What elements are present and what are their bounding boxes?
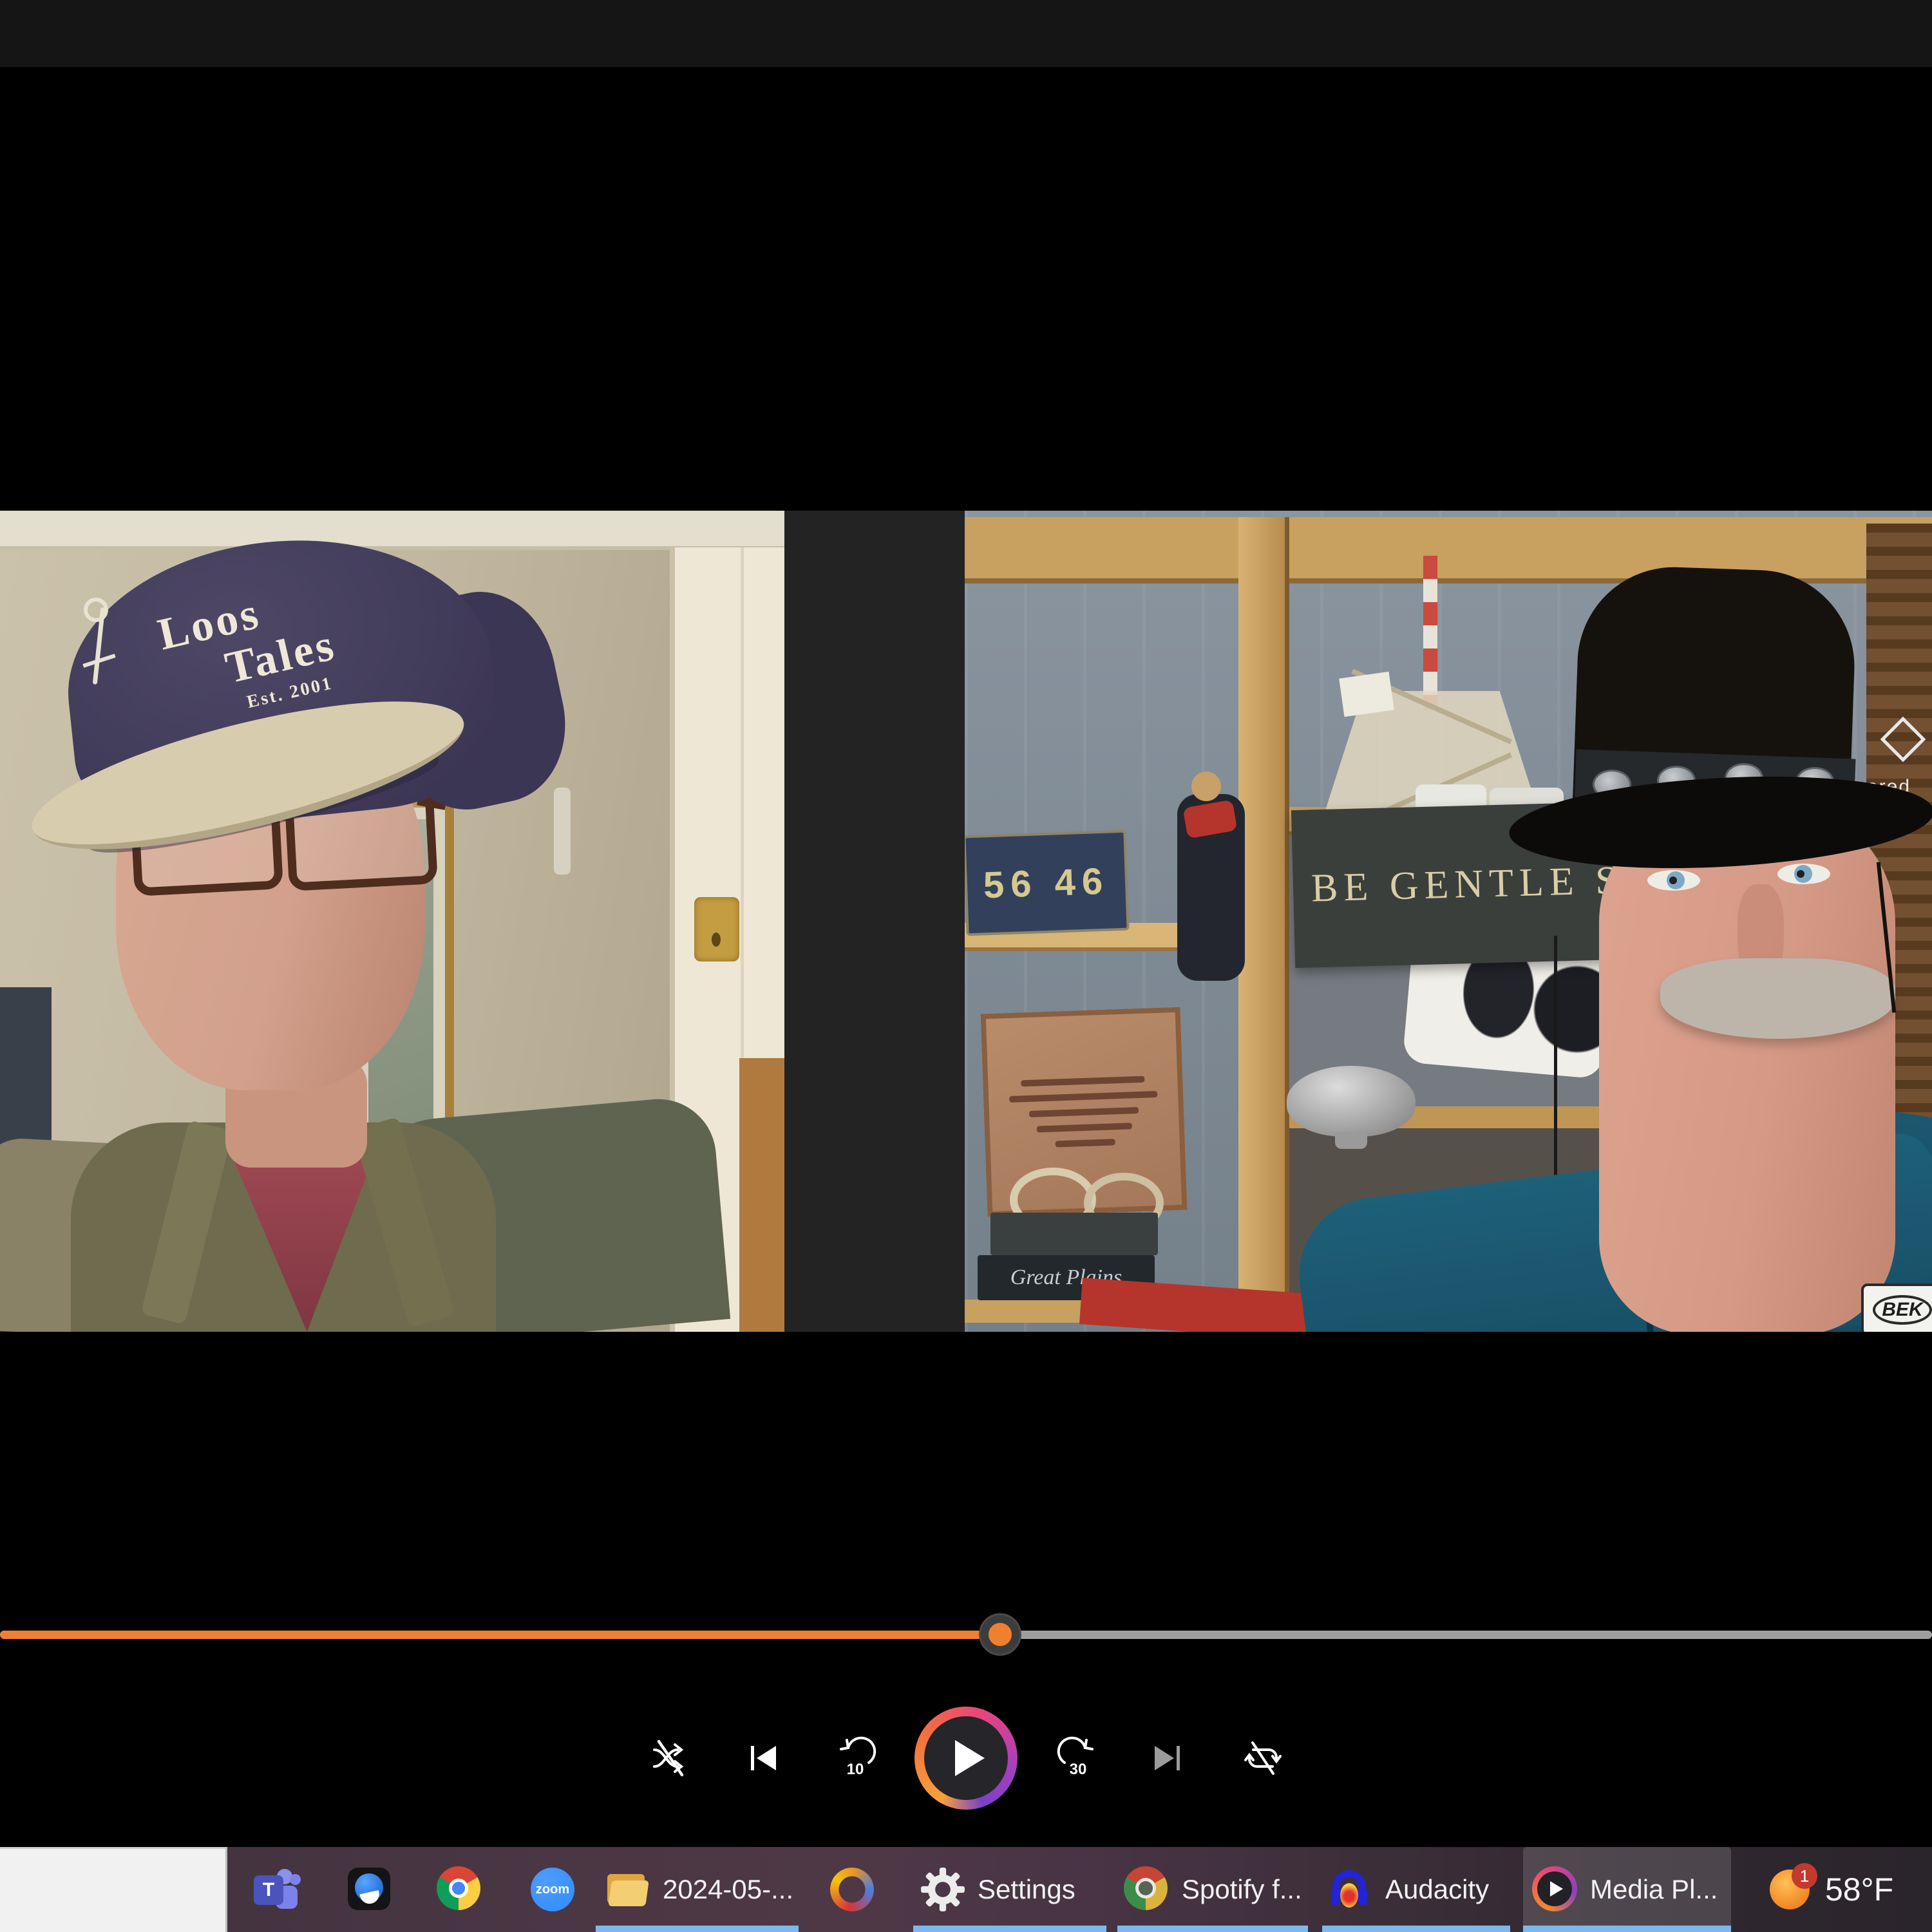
next-track-icon <box>1144 1736 1189 1781</box>
running-app-indicator <box>1523 1926 1731 1932</box>
figurine-head <box>1191 772 1221 801</box>
chrome-icon <box>437 1866 483 1913</box>
glass-candlestick <box>554 788 571 875</box>
teams-icon: T <box>254 1866 300 1913</box>
taskbar-settings-button[interactable]: Settings <box>913 1847 1106 1932</box>
settings-label: Settings <box>978 1874 1075 1905</box>
play-button-inner <box>924 1716 1008 1800</box>
weather-temperature: 58°F <box>1825 1871 1893 1908</box>
video-feed-right-participant: 56 46 Great Plains BE GENTLE STAY F vere… <box>965 511 1932 1332</box>
folder-icon <box>605 1866 651 1913</box>
zoom-app-icon: zoom <box>531 1868 574 1911</box>
taskbar-weather-widget[interactable]: 1 58°F <box>1770 1847 1931 1932</box>
svg-text:30: 30 <box>1070 1761 1087 1778</box>
brass-deadbolt-plate <box>694 897 739 961</box>
previous-track-icon <box>741 1736 786 1781</box>
taskbar-teams-button[interactable]: T <box>249 1847 305 1932</box>
gray-mustache <box>1660 958 1895 1039</box>
eye-pupil <box>1797 870 1804 878</box>
shelf-top-beam <box>965 517 1932 583</box>
shelf-post <box>1238 517 1289 1332</box>
video-frame[interactable]: Loos Tales Est. 2001 56 46 <box>0 511 1932 1332</box>
swirl-ring-app-icon <box>830 1868 874 1911</box>
window-title-strip <box>0 0 1932 67</box>
white-window-corner <box>0 1847 227 1932</box>
plaque-text-line <box>1055 1139 1115 1147</box>
taskbar-chrome-button[interactable] <box>431 1847 488 1932</box>
shuffle-off-button[interactable] <box>648 1736 693 1781</box>
audacity-icon <box>1327 1866 1374 1913</box>
repeat-off-button[interactable] <box>1240 1736 1285 1781</box>
media-player-label: Media Pl... <box>1590 1874 1718 1905</box>
media-player-icon <box>1532 1866 1578 1913</box>
bek-jacket-patch: BEK <box>1861 1283 1932 1332</box>
forward-30-button[interactable]: 30 <box>1054 1736 1099 1781</box>
plaque-text-line <box>1029 1107 1139 1117</box>
book-spine-dark <box>990 1213 1158 1255</box>
taskbar-spotify-button[interactable]: Spotify f... <box>1117 1847 1308 1932</box>
taskbar-zoom-button[interactable]: zoom <box>524 1847 581 1932</box>
deadbolt-keyhole <box>712 933 721 947</box>
right-man-eye <box>1647 870 1700 891</box>
silver-bowl <box>1287 1066 1416 1137</box>
plaque-text-line <box>1009 1091 1157 1103</box>
spotify-pwa-icon <box>1124 1866 1170 1913</box>
previous-track-button[interactable] <box>741 1736 786 1781</box>
crown-molding <box>0 511 784 550</box>
patch-text: BEK <box>1882 1299 1922 1320</box>
plaque-text-line <box>1021 1075 1144 1086</box>
play-button[interactable] <box>914 1707 1018 1810</box>
hanging-cord <box>1554 936 1557 1180</box>
running-app-indicator <box>596 1926 799 1932</box>
plaque-text-line <box>1036 1122 1132 1132</box>
license-plate: 56 46 <box>965 830 1130 936</box>
right-man-eye <box>1777 864 1830 884</box>
next-track-button-disabled[interactable] <box>1144 1736 1189 1781</box>
running-app-indicator <box>1322 1926 1510 1932</box>
repeat-off-icon <box>1240 1736 1285 1781</box>
running-app-indicator <box>913 1926 1106 1932</box>
cap-windmill-logo-wheel <box>84 598 108 622</box>
audacity-label: Audacity <box>1385 1874 1489 1905</box>
running-app-indicator <box>1117 1926 1308 1932</box>
license-plate-number: 56 46 <box>983 859 1110 907</box>
taskbar-ring-app-button[interactable] <box>824 1847 880 1932</box>
svg-text:10: 10 <box>847 1761 864 1778</box>
eye-pupil <box>1669 876 1677 884</box>
shuffle-off-icon <box>648 1736 693 1781</box>
taskbar-media-player-button-active[interactable]: Media Pl... <box>1523 1847 1731 1932</box>
video-feed-left-participant: Loos Tales Est. 2001 <box>0 511 784 1332</box>
gear-icon <box>920 1866 966 1913</box>
patch-oval-border: BEK <box>1873 1295 1931 1325</box>
notification-badge: 1 <box>1792 1863 1817 1889</box>
seek-bar-fill <box>0 1631 1000 1639</box>
folder-label: 2024-05-... <box>663 1874 793 1905</box>
weather-sun-icon: 1 <box>1770 1870 1810 1909</box>
seek-bar-handle-dot <box>989 1623 1012 1646</box>
silver-bowl-stem <box>1335 1132 1367 1149</box>
wood-floor-strip <box>739 1058 784 1332</box>
spotify-label: Spotify f... <box>1182 1874 1302 1905</box>
play-icon <box>955 1740 985 1776</box>
model-derrick-pole <box>1423 556 1437 710</box>
taskbar-folder-button[interactable]: 2024-05-... <box>596 1847 799 1932</box>
rewind-10-button[interactable]: 10 <box>835 1736 880 1781</box>
white-card <box>1339 672 1394 717</box>
rewind-10-icon: 10 <box>835 1736 880 1781</box>
taskbar-chat-app-button[interactable] <box>341 1847 398 1932</box>
taskbar-audacity-button[interactable]: Audacity <box>1322 1847 1510 1932</box>
forward-30-icon: 30 <box>1054 1736 1099 1781</box>
dark-chat-app-icon <box>346 1866 393 1913</box>
right-man-face <box>1599 800 1895 1332</box>
